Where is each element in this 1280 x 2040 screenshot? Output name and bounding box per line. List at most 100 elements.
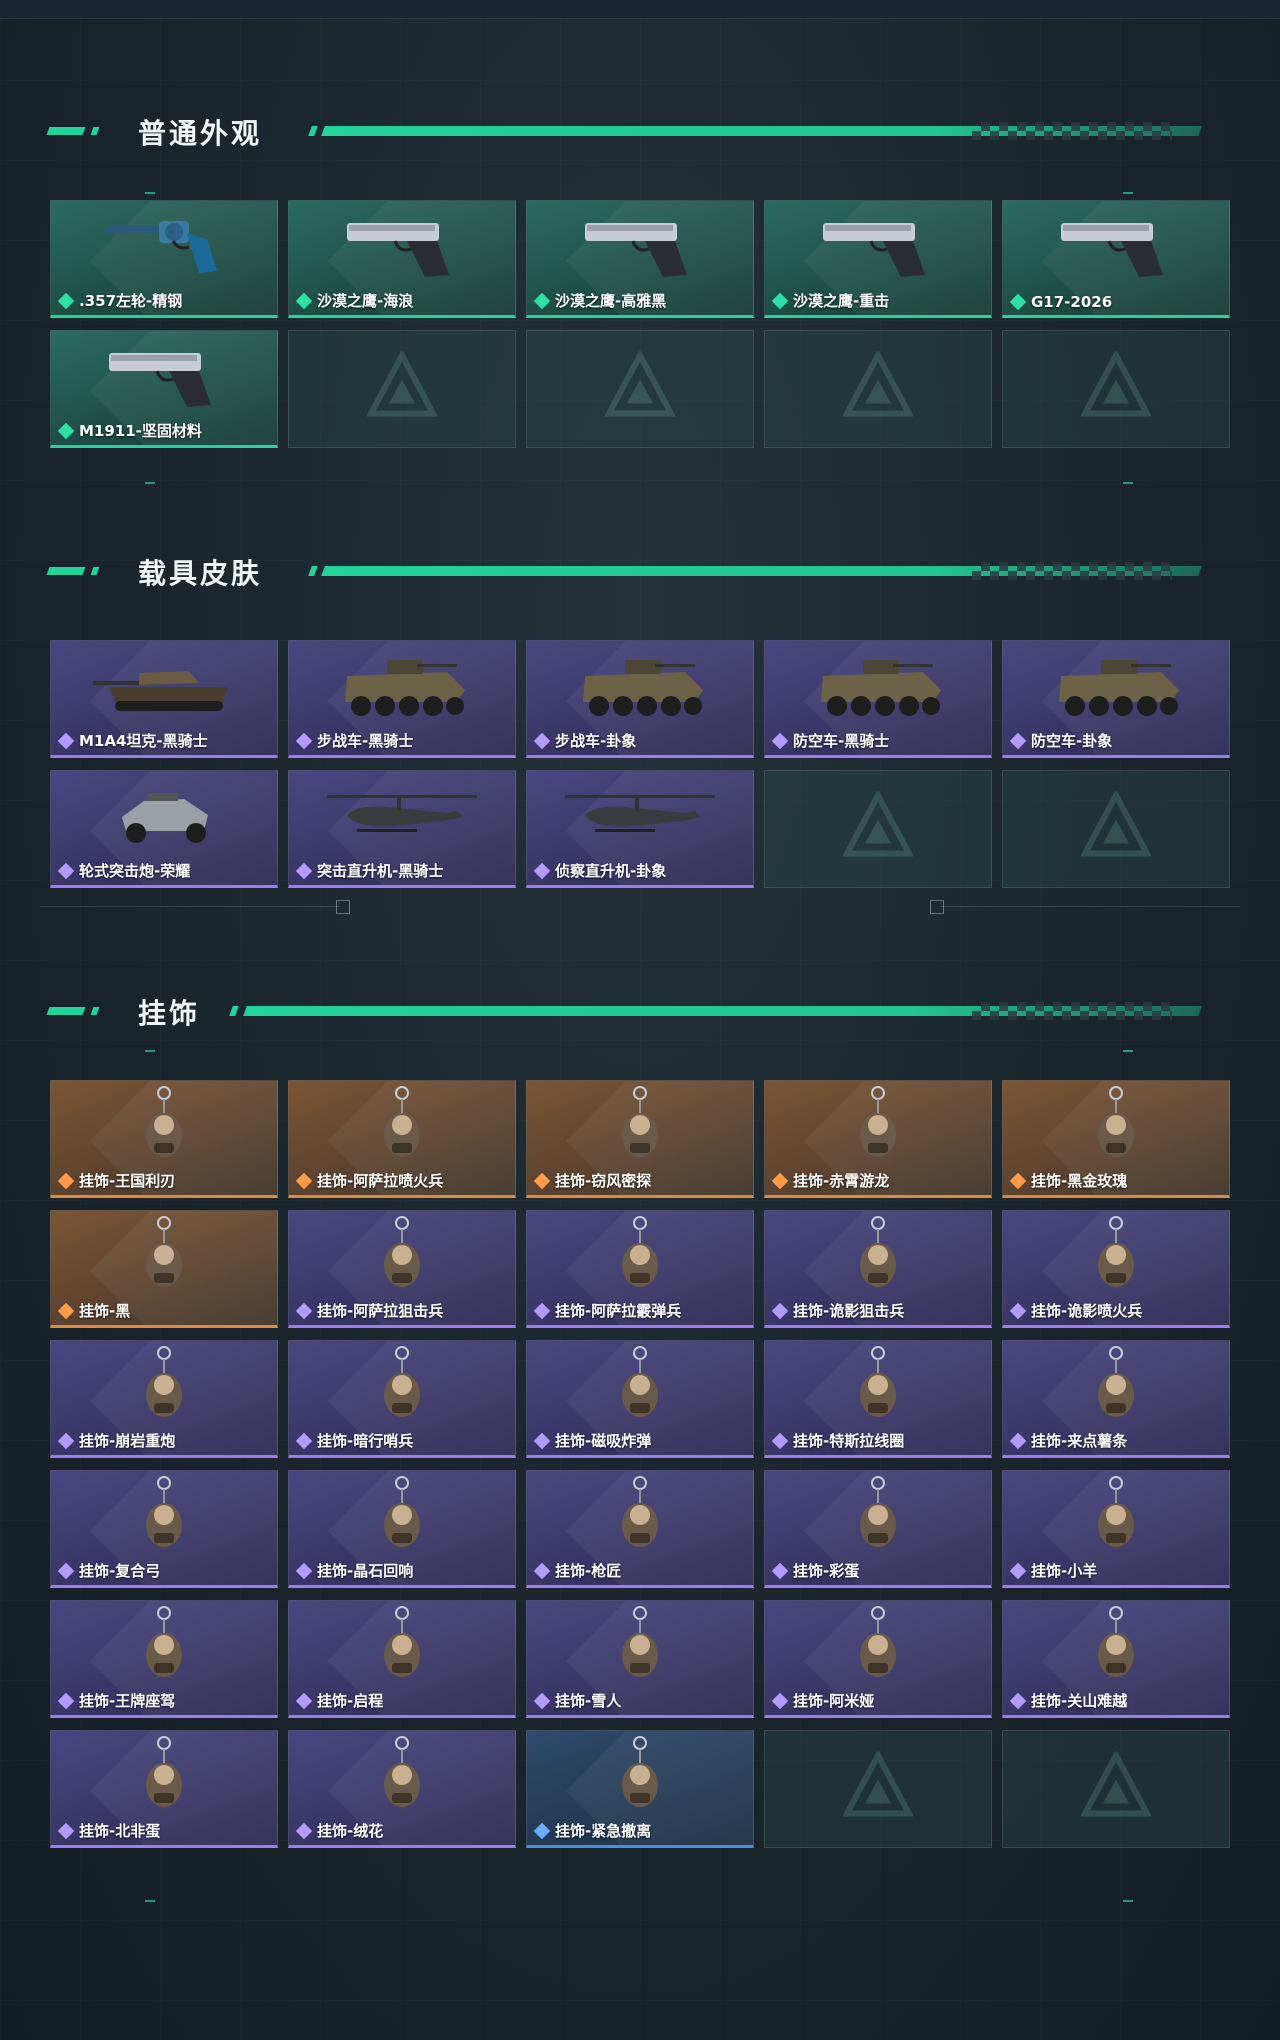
item-card[interactable]: 挂饰-启程 bbox=[288, 1600, 516, 1718]
helicopter-icon bbox=[289, 775, 515, 857]
header-bar-start bbox=[229, 1006, 239, 1016]
item-label: 挂饰-阿萨拉霰弹兵 bbox=[533, 1300, 681, 1321]
item-card[interactable]: 挂饰-磁吸炸弹 bbox=[526, 1340, 754, 1458]
skins-grid: .357左轮-精钢 沙漠之鹰-海浪 沙漠之鹰-高雅黑 沙漠之鹰-重击 G17-2026 M… bbox=[50, 200, 1230, 448]
rarity-diamond-icon bbox=[57, 1562, 75, 1579]
item-card[interactable]: M1911-坚固材料 bbox=[50, 330, 278, 448]
rarity-diamond-icon bbox=[1009, 1302, 1027, 1319]
item-card[interactable]: 挂饰-关山难越 bbox=[1002, 1600, 1230, 1718]
item-label: 挂饰-暗行哨兵 bbox=[295, 1430, 413, 1451]
item-name: 挂饰-彩蛋 bbox=[793, 1562, 860, 1580]
item-name: 突击直升机-黑骑士 bbox=[317, 862, 444, 880]
rarity-diamond-icon bbox=[57, 292, 75, 309]
charm-icon bbox=[527, 1735, 753, 1817]
item-card[interactable]: 挂饰-王牌座驾 bbox=[50, 1600, 278, 1718]
item-card[interactable]: 挂饰-枪匠 bbox=[526, 1470, 754, 1588]
rarity-diamond-icon bbox=[1009, 1562, 1027, 1579]
item-name: M1911-坚固材料 bbox=[79, 422, 202, 440]
item-label: 沙漠之鹰-高雅黑 bbox=[533, 290, 667, 311]
item-label: 突击直升机-黑骑士 bbox=[295, 860, 444, 881]
rarity-diamond-icon bbox=[771, 732, 789, 749]
rarity-diamond-icon bbox=[57, 1172, 75, 1189]
item-card[interactable]: 挂饰-阿萨拉喷火兵 bbox=[288, 1080, 516, 1198]
item-card[interactable]: 挂饰-彩蛋 bbox=[764, 1470, 992, 1588]
charm-icon bbox=[1003, 1345, 1229, 1427]
item-card[interactable]: 挂饰-阿米娅 bbox=[764, 1600, 992, 1718]
item-card[interactable]: 挂饰-绒花 bbox=[288, 1730, 516, 1848]
item-card[interactable]: 挂饰-紧急撤离 bbox=[526, 1730, 754, 1848]
item-card[interactable]: 沙漠之鹰-高雅黑 bbox=[526, 200, 754, 318]
item-card[interactable]: 挂饰-黑金玫瑰 bbox=[1002, 1080, 1230, 1198]
item-card[interactable]: 突击直升机-黑骑士 bbox=[288, 770, 516, 888]
header-checker-pattern bbox=[972, 1002, 1172, 1020]
item-label: M1911-坚固材料 bbox=[57, 420, 202, 441]
item-card[interactable]: G17-2026 bbox=[1002, 200, 1230, 318]
rarity-diamond-icon bbox=[295, 862, 313, 879]
charm-icon bbox=[51, 1345, 277, 1427]
rarity-diamond-icon bbox=[1009, 1692, 1027, 1709]
item-card[interactable]: 挂饰-暗行哨兵 bbox=[288, 1340, 516, 1458]
empty-slot bbox=[1002, 1730, 1230, 1848]
item-card[interactable]: 防空车-黑骑士 bbox=[764, 640, 992, 758]
item-card[interactable]: 挂饰-王国利刃 bbox=[50, 1080, 278, 1198]
item-label: 挂饰-启程 bbox=[295, 1690, 383, 1711]
item-card[interactable]: .357左轮-精钢 bbox=[50, 200, 278, 318]
rarity-diamond-icon bbox=[295, 1822, 313, 1839]
item-card[interactable]: 挂饰-诡影喷火兵 bbox=[1002, 1210, 1230, 1328]
rarity-diamond-icon bbox=[533, 1692, 551, 1709]
item-card[interactable]: 挂饰-赤霄游龙 bbox=[764, 1080, 992, 1198]
charm-icon bbox=[1003, 1085, 1229, 1167]
charm-icon bbox=[527, 1215, 753, 1297]
rarity-diamond-icon bbox=[533, 1172, 551, 1189]
rarity-diamond-icon bbox=[533, 732, 551, 749]
item-card[interactable]: 挂饰-来点薯条 bbox=[1002, 1340, 1230, 1458]
item-label: 轮式突击炮-荣耀 bbox=[57, 860, 190, 881]
item-card[interactable]: 挂饰-晶石回响 bbox=[288, 1470, 516, 1588]
empty-slot bbox=[1002, 330, 1230, 448]
item-card[interactable]: 挂饰-北非蛋 bbox=[50, 1730, 278, 1848]
empty-slot bbox=[764, 1730, 992, 1848]
item-label: 防空车-卦象 bbox=[1009, 730, 1112, 751]
item-card[interactable]: M1A4坦克-黑骑士 bbox=[50, 640, 278, 758]
item-card[interactable]: 步战车-卦象 bbox=[526, 640, 754, 758]
logo-icon bbox=[365, 349, 439, 427]
item-card[interactable]: 挂饰-窃风密探 bbox=[526, 1080, 754, 1198]
item-card[interactable]: 挂饰-崩岩重炮 bbox=[50, 1340, 278, 1458]
item-label: 挂饰-雪人 bbox=[533, 1690, 621, 1711]
header-checker-pattern bbox=[972, 562, 1172, 580]
item-card[interactable]: 挂饰-复合弓 bbox=[50, 1470, 278, 1588]
item-card[interactable]: 挂饰-小羊 bbox=[1002, 1470, 1230, 1588]
item-card[interactable]: 挂饰-诡影狙击兵 bbox=[764, 1210, 992, 1328]
item-card[interactable]: 挂饰-特斯拉线圈 bbox=[764, 1340, 992, 1458]
item-name: 挂饰-关山难越 bbox=[1031, 1692, 1128, 1710]
item-card[interactable]: 侦察直升机-卦象 bbox=[526, 770, 754, 888]
corner-tick bbox=[145, 482, 155, 484]
item-card[interactable]: 沙漠之鹰-海浪 bbox=[288, 200, 516, 318]
header-checker-pattern bbox=[972, 122, 1172, 140]
item-label: G17-2026 bbox=[1009, 293, 1112, 311]
item-label: M1A4坦克-黑骑士 bbox=[57, 730, 208, 751]
item-card[interactable]: 防空车-卦象 bbox=[1002, 640, 1230, 758]
item-card[interactable]: 沙漠之鹰-重击 bbox=[764, 200, 992, 318]
charm-icon bbox=[527, 1085, 753, 1167]
charm-icon bbox=[765, 1475, 991, 1557]
item-card[interactable]: 挂饰-黑 bbox=[50, 1210, 278, 1328]
item-card[interactable]: 轮式突击炮-荣耀 bbox=[50, 770, 278, 888]
item-card[interactable]: 挂饰-雪人 bbox=[526, 1600, 754, 1718]
item-card[interactable]: 挂饰-阿萨拉霰弹兵 bbox=[526, 1210, 754, 1328]
rarity-diamond-icon bbox=[57, 1432, 75, 1449]
rarity-diamond-icon bbox=[57, 1302, 75, 1319]
rarity-diamond-icon bbox=[533, 862, 551, 879]
divider-marker bbox=[930, 900, 944, 914]
rarity-diamond-icon bbox=[295, 1172, 313, 1189]
item-name: 挂饰-诡影喷火兵 bbox=[1031, 1302, 1143, 1320]
item-card[interactable]: 挂饰-阿萨拉狙击兵 bbox=[288, 1210, 516, 1328]
empty-slot bbox=[526, 330, 754, 448]
header-accent-small bbox=[90, 127, 100, 135]
item-label: 挂饰-绒花 bbox=[295, 1820, 383, 1841]
item-name: 沙漠之鹰-高雅黑 bbox=[555, 292, 667, 310]
header-accent bbox=[46, 567, 86, 575]
logo-icon bbox=[603, 349, 677, 427]
item-card[interactable]: 步战车-黑骑士 bbox=[288, 640, 516, 758]
rarity-diamond-icon bbox=[533, 1822, 551, 1839]
